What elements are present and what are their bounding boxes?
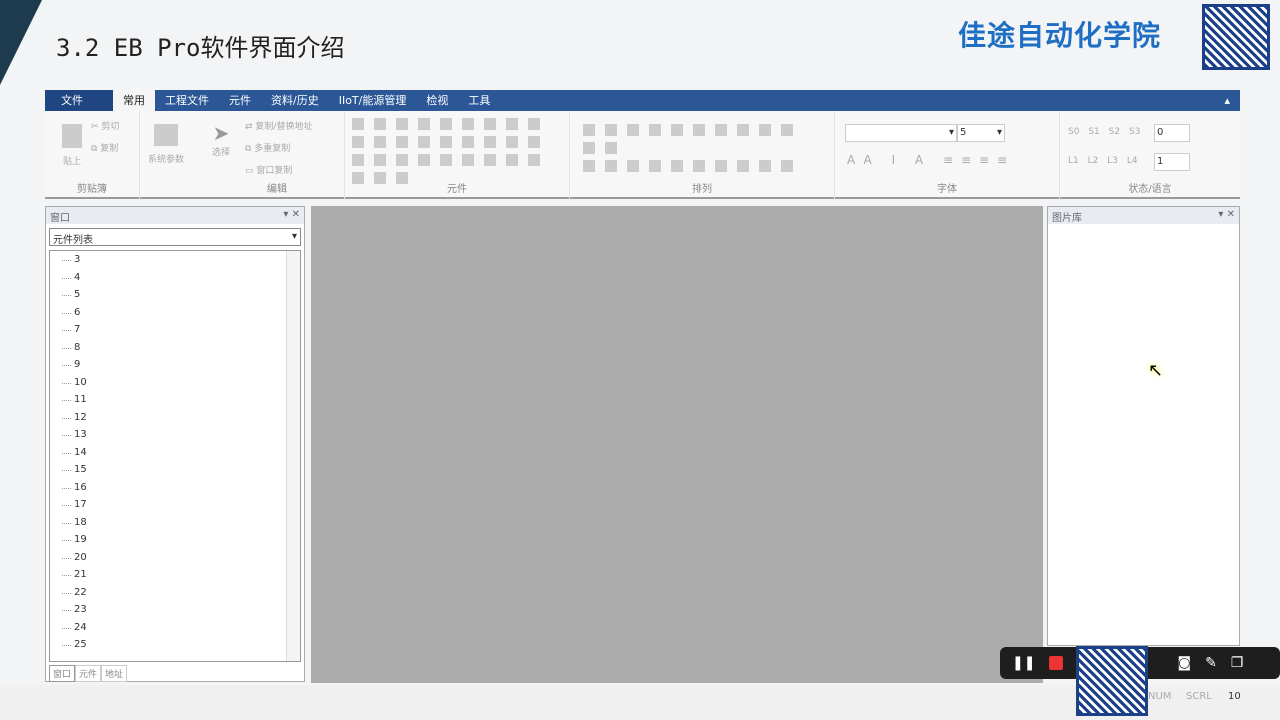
replace-address-button[interactable]: ⇄ 复制/替换地址 <box>245 119 312 132</box>
panel-close-icon[interactable]: ▾ ✕ <box>1218 209 1235 222</box>
list-item[interactable]: 18 <box>50 514 300 532</box>
font-style-buttons[interactable]: AA I A ≡≡≡≡ <box>847 153 1015 167</box>
list-scrollbar[interactable] <box>286 251 300 661</box>
slide-corner-decoration <box>0 0 42 85</box>
pen-icon[interactable]: ✎ <box>1205 655 1217 671</box>
list-item[interactable]: 25 <box>50 636 300 654</box>
list-item[interactable]: 24 <box>50 619 300 637</box>
status-scrl: SCRL <box>1186 691 1212 702</box>
group-label: 字体 <box>937 184 957 195</box>
group-label: 元件 <box>447 184 467 195</box>
list-item[interactable]: 22 <box>50 584 300 602</box>
list-item[interactable]: 6 <box>50 304 300 322</box>
camera-icon[interactable]: ◙ <box>1177 655 1191 671</box>
status-num: NUM <box>1148 691 1172 702</box>
group-edit: ➤ 选择 ⇄ 复制/替换地址 ⧉ 多重复制 ▭ 窗口复制 编辑 <box>210 111 345 199</box>
ribbon: 贴上 ✂ 剪切 ⧉ 复制 剪贴簿 系统参数 ➤ 选择 ⇄ 复制/替换地址 ⧉ 多重… <box>45 111 1240 199</box>
window-list: 3 4 5 6 7 8 9 10 11 12 13 14 15 16 17 18 19 20 21 22 23 24 25 <box>49 250 301 662</box>
mouse-cursor-icon: ↖ <box>1148 360 1164 381</box>
group-label: 状态/语言 <box>1128 184 1172 195</box>
group-label: 剪贴簿 <box>77 184 107 195</box>
editor-canvas[interactable] <box>311 206 1043 683</box>
arrange-tools[interactable] <box>578 121 818 175</box>
list-item[interactable]: 23 <box>50 601 300 619</box>
stop-record-icon[interactable] <box>1049 656 1064 670</box>
multi-copy-button[interactable]: ⧉ 多重复制 <box>245 141 290 154</box>
group-objects: 元件 <box>345 111 570 199</box>
list-item[interactable]: 20 <box>50 549 300 567</box>
state-buttons[interactable]: S0 S1 S2 S3 <box>1068 127 1140 137</box>
pause-icon[interactable]: ❚❚ <box>1012 655 1035 671</box>
list-item[interactable]: 9 <box>50 356 300 374</box>
window-icon[interactable]: ❐ <box>1231 655 1244 671</box>
panel-view-select[interactable]: 元件列表 ▾ <box>49 228 301 246</box>
select-button[interactable]: ➤ 选择 <box>212 121 230 158</box>
window-panel: 窗口 ▾ ✕ 元件列表 ▾ 3 4 5 6 7 8 9 10 11 12 13 14 15 16 17 18 19 2… <box>45 206 305 682</box>
list-item[interactable]: 14 <box>50 444 300 462</box>
list-item[interactable]: 21 <box>50 566 300 584</box>
tab-objects-list[interactable]: 元件 <box>75 665 102 682</box>
list-item[interactable]: 8 <box>50 339 300 357</box>
list-item[interactable]: 16 <box>50 479 300 497</box>
tab-view[interactable]: 检视 <box>416 90 458 111</box>
menu-bar: 文件 常用 工程文件 元件 资料/历史 IIoT/能源管理 检视 工具 ▴ <box>45 90 1240 111</box>
list-item[interactable]: 15 <box>50 461 300 479</box>
panel-close-icon[interactable]: ▾ ✕ <box>283 209 300 222</box>
list-item[interactable]: 11 <box>50 391 300 409</box>
group-clipboard: 贴上 ✂ 剪切 ⧉ 复制 剪贴簿 <box>45 111 140 199</box>
panel-title: 图片库 <box>1052 213 1082 224</box>
tab-project[interactable]: 工程文件 <box>155 90 219 111</box>
list-item[interactable]: 7 <box>50 321 300 339</box>
tab-data-history[interactable]: 资料/历史 <box>261 90 329 111</box>
panel-title: 窗口 <box>50 213 70 224</box>
tab-home[interactable]: 常用 <box>113 90 155 111</box>
status-value: 10 <box>1228 691 1241 702</box>
list-item[interactable]: 17 <box>50 496 300 514</box>
group-font: ▾ 5 ▾ AA I A ≡≡≡≡ 字体 <box>835 111 1060 199</box>
picture-library-panel: 图片库 ▾ ✕ <box>1047 206 1240 646</box>
list-item[interactable]: 19 <box>50 531 300 549</box>
qr-code <box>1076 646 1148 716</box>
group-arrange: 排列 <box>570 111 835 199</box>
cut-button[interactable]: ✂ 剪切 <box>91 119 119 132</box>
system-params-button[interactable]: 系统参数 <box>140 111 210 199</box>
list-item[interactable]: 3 <box>50 251 300 269</box>
object-gallery[interactable] <box>347 115 557 187</box>
tab-windows[interactable]: 窗口 <box>49 665 76 682</box>
list-item[interactable]: 5 <box>50 286 300 304</box>
menu-file[interactable]: 文件 <box>45 90 113 111</box>
collapse-ribbon-icon[interactable]: ▴ <box>1214 90 1240 111</box>
tab-objects[interactable]: 元件 <box>219 90 261 111</box>
paste-button[interactable]: 贴上 <box>57 121 87 167</box>
language-spinner[interactable]: 1 <box>1154 153 1190 171</box>
list-item[interactable]: 4 <box>50 269 300 287</box>
tab-tools[interactable]: 工具 <box>458 90 500 111</box>
font-family-select[interactable]: ▾ <box>845 124 957 142</box>
language-buttons[interactable]: L1 L2 L3 L4 <box>1068 156 1138 166</box>
slide-title: 3.2 EB Pro软件界面介绍 <box>56 34 345 62</box>
font-size-select[interactable]: 5 ▾ <box>957 124 1005 142</box>
list-item[interactable]: 12 <box>50 409 300 427</box>
list-item[interactable]: 10 <box>50 374 300 392</box>
window-copy-button[interactable]: ▭ 窗口复制 <box>245 163 292 176</box>
group-label: 编辑 <box>267 184 287 195</box>
brand-logo: 佳途自动化学院 <box>958 19 1162 52</box>
tab-address[interactable]: 地址 <box>101 665 128 682</box>
state-spinner[interactable]: 0 <box>1154 124 1190 142</box>
tab-iiot[interactable]: IIoT/能源管理 <box>329 90 417 111</box>
qr-code <box>1202 4 1270 70</box>
copy-button[interactable]: ⧉ 复制 <box>91 141 118 154</box>
group-state-language: S0 S1 S2 S3 0 L1 L2 L3 L4 1 状态/语言 <box>1060 111 1240 199</box>
list-item[interactable]: 13 <box>50 426 300 444</box>
panel-tabs: 窗口 元件 地址 <box>49 665 301 682</box>
group-label: 排列 <box>692 184 712 195</box>
